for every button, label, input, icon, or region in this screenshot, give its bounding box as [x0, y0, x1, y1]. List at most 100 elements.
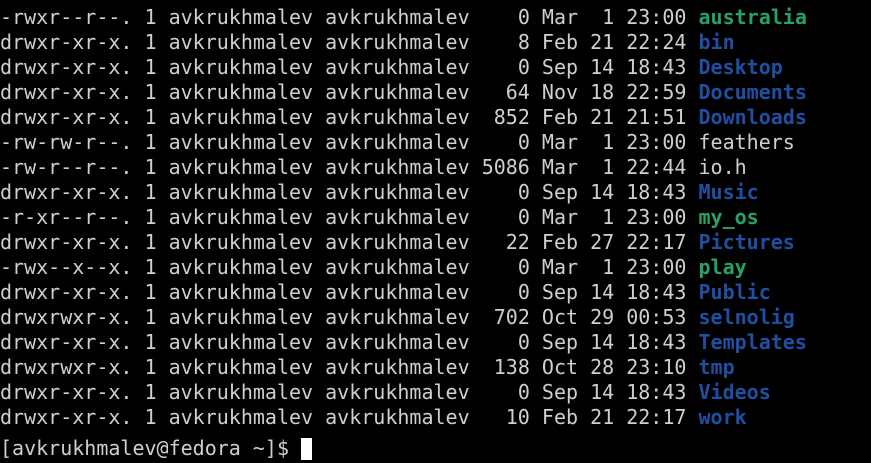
owner: avkrukhmalev [168, 5, 314, 29]
time: 23:00 [626, 255, 687, 279]
group: avkrukhmalev [325, 205, 470, 229]
permissions: -r-xr--r--. [0, 205, 133, 229]
permissions: drwxr-xr-x. [0, 230, 133, 254]
link-count: 1 [144, 305, 157, 329]
month: Sep [541, 380, 579, 404]
group: avkrukhmalev [325, 255, 470, 279]
time: 22:24 [626, 30, 687, 54]
link-count: 1 [144, 30, 157, 54]
day: 14 [590, 55, 615, 79]
permissions: drwxrwxr-x. [0, 305, 133, 329]
month: Feb [541, 105, 579, 129]
file-name: play [698, 255, 747, 279]
link-count: 1 [144, 230, 157, 254]
day: 28 [590, 355, 615, 379]
link-count: 1 [144, 355, 157, 379]
link-count: 1 [144, 330, 157, 354]
file-size: 5086 [481, 155, 530, 179]
time: 18:43 [626, 280, 687, 304]
listing-row: drwxr-xr-x. 1 avkrukhmalev avkrukhmalev … [0, 405, 871, 430]
day: 21 [590, 105, 615, 129]
listing-row: drwxr-xr-x. 1 avkrukhmalev avkrukhmalev … [0, 380, 871, 405]
month: Mar [541, 5, 579, 29]
listing-row: drwxr-xr-x. 1 avkrukhmalev avkrukhmalev … [0, 180, 871, 205]
day: 1 [602, 255, 615, 279]
month: Sep [541, 55, 579, 79]
link-count: 1 [144, 155, 157, 179]
time: 23:00 [626, 130, 687, 154]
month: Nov [541, 80, 579, 104]
group: avkrukhmalev [325, 355, 470, 379]
day: 1 [602, 205, 615, 229]
file-size: 0 [517, 380, 530, 404]
permissions: drwxr-xr-x. [0, 405, 133, 429]
time: 18:43 [626, 380, 687, 404]
file-name: Downloads [698, 105, 807, 129]
time: 22:17 [626, 405, 687, 429]
file-size: 0 [517, 180, 530, 204]
time: 18:43 [626, 180, 687, 204]
permissions: drwxr-xr-x. [0, 55, 133, 79]
time: 21:51 [626, 105, 687, 129]
file-name: selnolig [698, 305, 795, 329]
shell-prompt: [avkrukhmalev@fedora ~]$ [0, 436, 289, 460]
time: 18:43 [626, 55, 687, 79]
file-name: bin [698, 30, 735, 54]
terminal-output[interactable]: -rwxr--r--. 1 avkrukhmalev avkrukhmalev … [0, 5, 871, 460]
group: avkrukhmalev [325, 330, 470, 354]
listing-row: drwxr-xr-x. 1 avkrukhmalev avkrukhmalev … [0, 330, 871, 355]
file-size: 0 [517, 55, 530, 79]
permissions: drwxr-xr-x. [0, 80, 133, 104]
link-count: 1 [144, 205, 157, 229]
listing-row: drwxr-xr-x. 1 avkrukhmalev avkrukhmalev … [0, 280, 871, 305]
group: avkrukhmalev [325, 80, 470, 104]
day: 21 [590, 30, 615, 54]
listing-row: -rw-r--r--. 1 avkrukhmalev avkrukhmalev … [0, 155, 871, 180]
file-size: 0 [517, 205, 530, 229]
file-name: Public [698, 280, 771, 304]
owner: avkrukhmalev [168, 280, 314, 304]
listing-row: -rwx--x--x. 1 avkrukhmalev avkrukhmalev … [0, 255, 871, 280]
day: 14 [590, 180, 615, 204]
file-name: Templates [698, 330, 807, 354]
group: avkrukhmalev [325, 305, 470, 329]
time: 23:00 [626, 5, 687, 29]
group: avkrukhmalev [325, 230, 470, 254]
file-name: Desktop [698, 55, 783, 79]
month: Mar [541, 155, 579, 179]
listing-row: drwxr-xr-x. 1 avkrukhmalev avkrukhmalev … [0, 230, 871, 255]
file-name: io.h [698, 155, 747, 179]
group: avkrukhmalev [325, 5, 470, 29]
directory-listing: -rwxr--r--. 1 avkrukhmalev avkrukhmalev … [0, 5, 871, 430]
permissions: -rw-rw-r--. [0, 130, 133, 154]
file-name: my_os [698, 205, 759, 229]
link-count: 1 [144, 5, 157, 29]
month: Sep [541, 280, 579, 304]
file-name: Videos [698, 380, 771, 404]
file-size: 0 [517, 130, 530, 154]
permissions: drwxr-xr-x. [0, 330, 133, 354]
group: avkrukhmalev [325, 155, 470, 179]
listing-row: drwxr-xr-x. 1 avkrukhmalev avkrukhmalev … [0, 55, 871, 80]
owner: avkrukhmalev [168, 405, 314, 429]
group: avkrukhmalev [325, 30, 470, 54]
permissions: -rw-r--r--. [0, 155, 133, 179]
link-count: 1 [144, 380, 157, 404]
link-count: 1 [144, 80, 157, 104]
permissions: drwxr-xr-x. [0, 30, 133, 54]
file-size: 8 [517, 30, 530, 54]
day: 14 [590, 280, 615, 304]
time: 18:43 [626, 330, 687, 354]
day: 14 [590, 380, 615, 404]
link-count: 1 [144, 280, 157, 304]
prompt-line[interactable]: [avkrukhmalev@fedora ~]$ [0, 433, 871, 463]
month: Feb [541, 230, 579, 254]
owner: avkrukhmalev [168, 80, 314, 104]
listing-row: -rwxr--r--. 1 avkrukhmalev avkrukhmalev … [0, 5, 871, 30]
time: 00:53 [626, 305, 687, 329]
month: Mar [541, 205, 579, 229]
listing-row: drwxr-xr-x. 1 avkrukhmalev avkrukhmalev … [0, 105, 871, 130]
link-count: 1 [144, 405, 157, 429]
file-name: work [698, 405, 747, 429]
file-size: 138 [493, 355, 530, 379]
